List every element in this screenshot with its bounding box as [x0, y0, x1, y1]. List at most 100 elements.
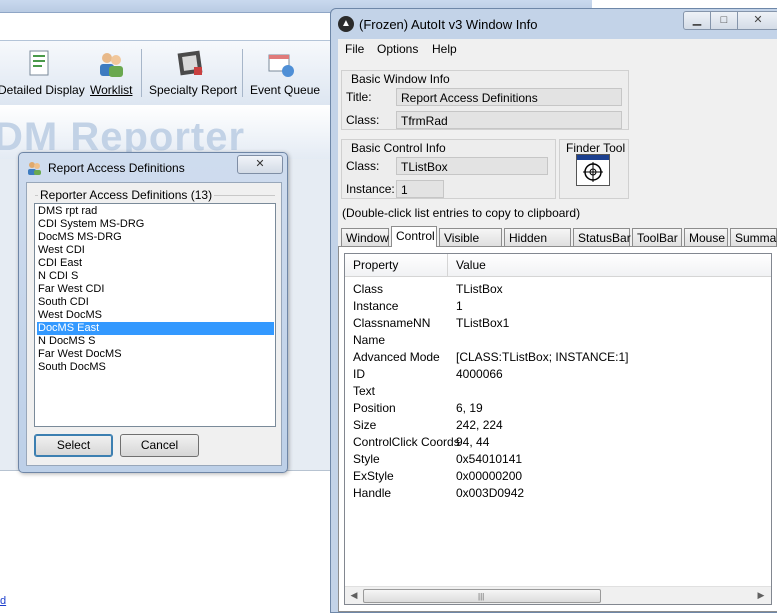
autoit-window-info: ▲ (Frozen) AutoIt v3 Window Info ▁ □ ✕ F…	[330, 8, 777, 613]
menu-options[interactable]: Options	[377, 42, 418, 56]
property-list[interactable]: Property Value Class TListBox Instance 1…	[344, 253, 772, 605]
menu-bar: File Options Help	[338, 39, 777, 58]
toolbar-worklist-button[interactable]: Worklist	[88, 49, 138, 101]
property-value: 0x00000200	[456, 469, 523, 483]
list-item[interactable]: South CDI	[37, 296, 274, 309]
close-icon: ✕	[255, 158, 265, 170]
list-item[interactable]: N CDI S	[37, 270, 274, 283]
list-item[interactable]: DocMS MS-DRG	[37, 231, 274, 244]
column-header-property[interactable]: Property	[353, 258, 398, 272]
chevron-right-icon: ▶	[757, 590, 765, 600]
maximize-icon: □	[720, 14, 728, 26]
tab-toolbar[interactable]: ToolBar	[632, 228, 682, 246]
tab-visible-text[interactable]: Visible Text	[439, 228, 502, 263]
property-name: Text	[353, 384, 376, 398]
toolbar-detailed-display-button[interactable]: Detailed Display	[0, 49, 85, 101]
horizontal-scrollbar[interactable]: ◀ ||| ▶	[345, 586, 771, 604]
property-name: Name	[353, 333, 386, 347]
toolbar-event-queue-button[interactable]: Event Queue	[248, 49, 320, 101]
instance-label: Instance:	[346, 182, 395, 196]
basic-control-info-group: Basic Control Info Class: TListBox Insta…	[341, 139, 556, 199]
property-name: Instance	[353, 299, 399, 313]
property-name: Handle	[353, 486, 392, 500]
tab-summary[interactable]: Summary	[730, 228, 777, 246]
background-lower-area	[0, 470, 340, 612]
list-item[interactable]: DMS rpt rad	[37, 205, 274, 218]
property-name: ExStyle	[353, 469, 394, 483]
list-item[interactable]: CDI System MS-DRG	[37, 218, 274, 231]
event-queue-icon	[268, 54, 294, 77]
scroll-right-button[interactable]: ▶	[753, 588, 769, 603]
dialog-body: Reporter Access Definitions (13) DMS rpt…	[26, 182, 282, 466]
toolbar-separator	[141, 49, 142, 97]
report-access-definitions-dialog: Report Access Definitions ✕ Reporter Acc…	[18, 152, 288, 473]
minimize-button[interactable]: ▁	[683, 11, 711, 30]
menu-help[interactable]: Help	[432, 42, 457, 56]
window-title: (Frozen) AutoIt v3 Window Info	[359, 17, 538, 32]
tab-mouse[interactable]: Mouse	[684, 228, 728, 246]
close-button[interactable]: ✕	[237, 155, 283, 174]
property-name: Position	[353, 401, 396, 415]
property-value: 6, 19	[456, 401, 483, 415]
finder-tool-label: Finder Tool	[566, 141, 626, 155]
list-item[interactable]: N DocMS S	[37, 335, 274, 348]
tab-hidden-text[interactable]: Hidden Text	[504, 228, 571, 263]
close-button[interactable]: ✕	[737, 11, 777, 30]
list-item[interactable]: West DocMS	[37, 309, 274, 322]
chevron-left-icon: ◀	[350, 590, 358, 600]
property-value: 242, 224	[456, 418, 503, 432]
property-value: TListBox1	[456, 316, 510, 330]
background-link[interactable]: d	[0, 595, 6, 607]
column-divider[interactable]	[447, 254, 448, 276]
list-item[interactable]: South DocMS	[37, 361, 274, 374]
property-name: ID	[353, 367, 365, 381]
control-tab-page: Property Value Class TListBox Instance 1…	[338, 246, 777, 612]
tab-window[interactable]: Window	[341, 228, 389, 246]
toolbar-event-queue-label: Event Queue	[250, 83, 321, 97]
crosshair-icon	[577, 155, 609, 182]
detailed-display-icon	[29, 50, 49, 76]
toolbar-detailed-display-label: Detailed Display	[0, 83, 85, 97]
scroll-left-button[interactable]: ◀	[346, 588, 362, 603]
list-item[interactable]: Far West CDI	[37, 283, 274, 296]
list-item[interactable]: Far West DocMS	[37, 348, 274, 361]
property-value: 0x54010141	[456, 452, 523, 466]
tab-control[interactable]: Control	[391, 226, 437, 247]
class-label: Class:	[346, 113, 380, 127]
property-value: 0x003D0942	[456, 486, 525, 500]
grip-icon: |||	[478, 592, 485, 601]
group-title: Basic Control Info	[351, 141, 446, 155]
instance-field[interactable]: 1	[396, 180, 444, 198]
select-button[interactable]: Select	[34, 434, 113, 457]
property-name: Advanced Mode	[353, 350, 440, 364]
list-item[interactable]: CDI East	[37, 257, 274, 270]
definitions-listbox[interactable]: DMS rpt rad CDI System MS-DRG DocMS MS-D…	[34, 203, 276, 427]
specialty-report-icon	[177, 50, 203, 76]
tab-strip: Window Control Visible Text Hidden Text …	[338, 226, 777, 263]
property-name: Size	[353, 418, 377, 432]
class-field[interactable]: TfrmRad	[396, 111, 622, 129]
tab-statusbar[interactable]: StatusBar	[573, 228, 631, 246]
property-value: 1	[456, 299, 463, 313]
users-icon	[28, 162, 41, 175]
toolbar-specialty-report-button[interactable]: Specialty Report	[146, 49, 238, 101]
column-header-value[interactable]: Value	[456, 258, 486, 272]
scrollbar-thumb[interactable]: |||	[363, 589, 601, 603]
window-client-area: File Options Help Basic Window Info Titl…	[338, 39, 777, 612]
title-label: Title:	[346, 90, 372, 104]
worklist-icon	[100, 53, 123, 77]
finder-tool-button[interactable]	[576, 154, 610, 186]
background-banner: DM Reporter	[0, 105, 340, 159]
list-item-selected[interactable]: DocMS East	[37, 322, 274, 335]
cancel-button[interactable]: Cancel	[120, 434, 199, 457]
list-item[interactable]: West CDI	[37, 244, 274, 257]
toolbar-worklist-label: Worklist	[90, 83, 133, 97]
control-class-field[interactable]: TListBox	[396, 157, 548, 175]
background-toolbar: Detailed Display Worklist Specialty Repo…	[0, 40, 340, 106]
menu-file[interactable]: File	[345, 42, 364, 56]
maximize-button[interactable]: □	[710, 11, 738, 30]
property-name: ControlClick Coords	[353, 435, 460, 449]
toolbar-specialty-report-label: Specialty Report	[149, 83, 238, 97]
property-value: 94, 44	[456, 435, 490, 449]
title-field[interactable]: Report Access Definitions	[396, 88, 622, 106]
